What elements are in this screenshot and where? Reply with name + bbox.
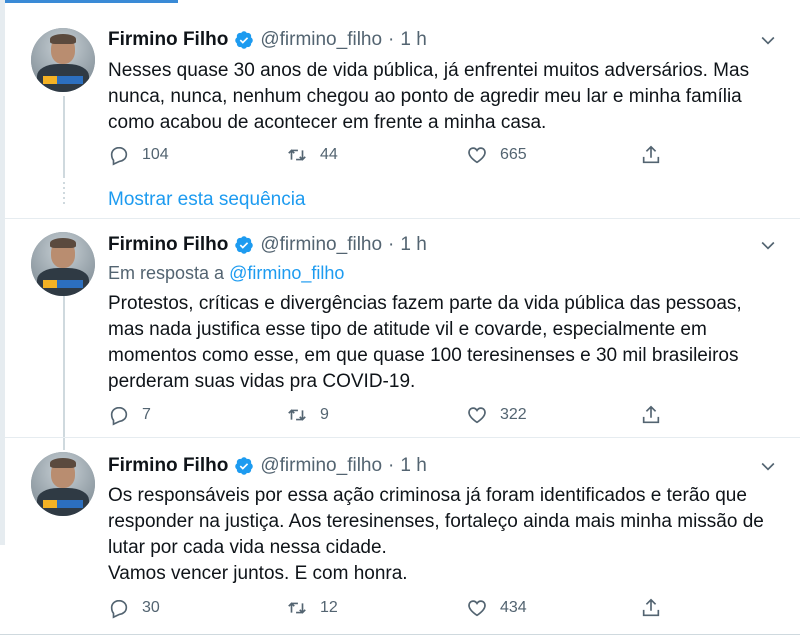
replying-to-label: Em resposta a	[108, 263, 230, 283]
like-count: 322	[500, 406, 527, 423]
heart-icon	[468, 147, 486, 164]
share-icon	[642, 405, 660, 424]
like-count: 434	[500, 599, 527, 616]
reply-count: 104	[142, 146, 169, 163]
like-button[interactable]: 434	[466, 597, 527, 619]
tweet-header: Firmino Filho @firmino_filho · 1 h	[108, 233, 427, 257]
show-thread-link[interactable]: Mostrar esta sequência	[108, 189, 306, 211]
heart-icon	[468, 600, 486, 617]
author-name[interactable]: Firmino Filho	[108, 29, 228, 51]
replying-to-handle[interactable]: @firmino_filho	[229, 263, 344, 283]
tweet-text: Nesses quase 30 anos de vida pública, já…	[108, 58, 788, 136]
reply-count: 30	[142, 599, 160, 616]
tweet[interactable]: Firmino Filho @firmino_filho · 1 h Nesse…	[0, 0, 800, 218]
chevron-down-icon[interactable]	[758, 30, 778, 50]
reply-icon	[110, 406, 128, 426]
avatar[interactable]	[31, 452, 95, 516]
verified-badge-icon	[235, 457, 254, 475]
reply-icon	[110, 599, 128, 619]
retweet-icon	[288, 149, 306, 161]
chevron-down-icon[interactable]	[758, 456, 778, 476]
retweet-icon	[288, 409, 306, 421]
tweet-text-line: responder na justiça. Aos teresinenses, …	[108, 511, 764, 532]
tweet-text-line: perderam suas vidas pra COVID-19.	[108, 371, 416, 392]
reply-button[interactable]: 7	[108, 404, 151, 426]
tweet-text-line: Nesses quase 30 anos de vida pública, já…	[108, 60, 750, 81]
author-handle[interactable]: @firmino_filho	[260, 234, 382, 256]
tweet-header: Firmino Filho @firmino_filho · 1 h	[108, 28, 427, 52]
avatar[interactable]	[31, 28, 95, 92]
avatar[interactable]	[31, 232, 95, 296]
timestamp[interactable]: 1 h	[400, 234, 426, 256]
separator-dot: ·	[388, 455, 395, 476]
retweet-icon	[288, 602, 306, 614]
retweet-count: 44	[320, 146, 338, 163]
reply-button[interactable]: 104	[108, 144, 169, 166]
tweet-text-line: momentos como esse, em que quase 100 ter…	[108, 345, 739, 366]
share-button[interactable]	[640, 144, 662, 166]
retweet-count: 9	[320, 406, 329, 423]
separator-dot: ·	[388, 29, 395, 50]
share-button[interactable]	[640, 597, 662, 619]
timestamp[interactable]: 1 h	[400, 455, 426, 477]
retweet-count: 12	[320, 599, 338, 616]
tweet-header: Firmino Filho @firmino_filho · 1 h	[108, 454, 427, 478]
like-count: 665	[500, 146, 527, 163]
tweet-text-line: Protestos, críticas e divergências fazem…	[108, 293, 742, 314]
author-handle[interactable]: @firmino_filho	[260, 455, 382, 477]
heart-icon	[468, 407, 486, 424]
tweet-text-line: lutar por cada vida nessa cidade.	[108, 537, 387, 558]
tweet-actions: 104 44 665	[108, 144, 688, 168]
retweet-button[interactable]: 9	[286, 404, 329, 426]
tweet-text-line: Vamos vencer juntos. E com honra.	[108, 563, 408, 584]
separator-dot: ·	[388, 234, 395, 255]
tweet[interactable]: Firmino Filho @firmino_filho · 1 h Em re…	[0, 218, 800, 437]
tweet-text-line: nunca, nunca, nenhum chegou ao ponto de …	[108, 86, 742, 107]
verified-badge-icon	[235, 31, 254, 49]
tweet-text: Protestos, críticas e divergências fazem…	[108, 291, 788, 395]
retweet-button[interactable]: 44	[286, 144, 338, 166]
share-icon	[642, 598, 660, 617]
like-button[interactable]: 322	[466, 404, 527, 426]
tweet-text-line: como acabou de acontecer em frente a min…	[108, 112, 547, 133]
author-name[interactable]: Firmino Filho	[108, 455, 228, 477]
tweet-actions: 30 12 434	[108, 597, 688, 621]
retweet-button[interactable]: 12	[286, 597, 338, 619]
tweet-actions: 7 9 322	[108, 404, 688, 428]
author-handle[interactable]: @firmino_filho	[260, 29, 382, 51]
timestamp[interactable]: 1 h	[400, 29, 426, 51]
tweet-text: Os responsáveis por essa ação criminosa …	[108, 483, 788, 587]
verified-badge-icon	[235, 236, 254, 254]
replying-to: Em resposta a @firmino_filho	[108, 263, 344, 284]
tweet-text-line: Os responsáveis por essa ação criminosa …	[108, 485, 747, 506]
author-name[interactable]: Firmino Filho	[108, 234, 228, 256]
tweet-text-line: mas nada justifica esse tipo de atitude …	[108, 319, 707, 340]
like-button[interactable]: 665	[466, 144, 527, 166]
reply-count: 7	[142, 406, 151, 423]
chevron-down-icon[interactable]	[758, 235, 778, 255]
share-button[interactable]	[640, 404, 662, 426]
reply-icon	[110, 146, 128, 166]
share-icon	[642, 145, 660, 164]
reply-button[interactable]: 30	[108, 597, 160, 619]
tweet[interactable]: Firmino Filho @firmino_filho · 1 h Os re…	[0, 437, 800, 635]
